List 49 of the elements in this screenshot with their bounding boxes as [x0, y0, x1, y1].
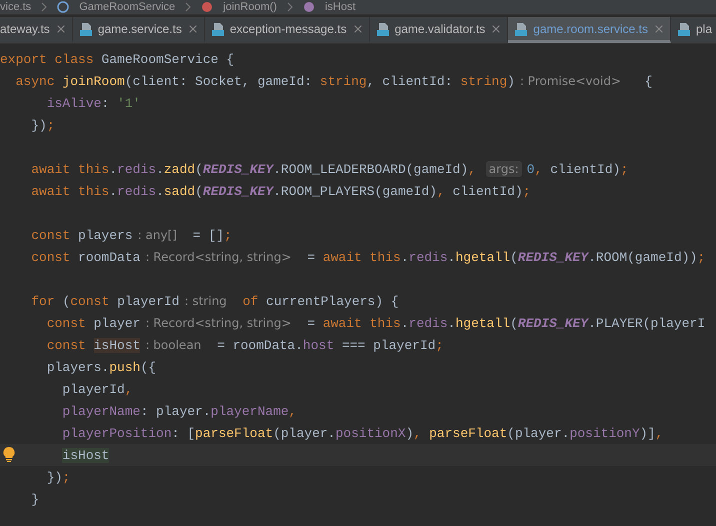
typescript-file-icon [514, 22, 528, 36]
tab-label: game.room.service.ts [533, 22, 648, 36]
code-line: playerName: player.playerName, [61, 404, 296, 418]
breadcrumb-item[interactable]: isHost [324, 0, 356, 14]
editor-tab[interactable]: ateway.ts [0, 17, 73, 43]
code-line: async joinRoom(client: Socket, gameId: string, clientId: string) : Promise<void> { [14, 73, 652, 89]
close-icon[interactable] [653, 22, 665, 34]
code-line: playerId, [61, 382, 133, 396]
editor-tab[interactable]: game.room.service.ts [508, 17, 671, 43]
tab-label: pla [696, 22, 712, 36]
typescript-file-icon [677, 22, 691, 36]
close-icon[interactable] [54, 22, 67, 34]
breadcrumb-item[interactable]: joinRoom() [223, 0, 277, 14]
breadcrumb-item[interactable]: vice.ts [0, 0, 32, 14]
typescript-file-icon [376, 22, 390, 36]
code-line: }); [30, 118, 55, 132]
code-line: export class GameRoomService { [0, 52, 234, 66]
code-line: await this.redis.sadd(REDIS_KEY.ROOM_PLAYERS(gameId), clientId); [30, 184, 531, 198]
chevron-icon [286, 2, 293, 12]
code-line: playerPosition: [parseFloat(player.positionX), parseFloat(player.positionY)], [61, 426, 664, 440]
code-line: const players : any[] = []; [30, 227, 232, 243]
tab-label: game.validator.ts [394, 22, 486, 36]
typescript-file-icon [210, 22, 225, 36]
code-line: const player : Record<string, string> = await this.redis.hgetall(REDIS_KEY.PLAYER(playerI [46, 315, 706, 331]
editor-tab[interactable]: exception-message.ts [204, 17, 370, 43]
editor-tab[interactable]: pla [671, 17, 716, 43]
code-line: for (const playerId : string of currentPlayers) { [30, 293, 399, 309]
class-icon [57, 1, 70, 13]
code-line: const isHost : boolean = roomData.host === playerId; [46, 337, 444, 353]
breadcrumb-item[interactable]: GameRoomService [79, 0, 176, 14]
code-line: players.push({ [46, 360, 156, 374]
close-icon[interactable] [186, 22, 199, 34]
method-icon [201, 1, 214, 13]
editor-tab[interactable]: game.service.ts [72, 17, 205, 43]
close-icon[interactable] [352, 22, 364, 34]
close-icon[interactable] [490, 22, 502, 34]
code-line: const roomData : Record<string, string> = await this.redis.hgetall(REDIS_KEY.ROOM(gameId)); [30, 249, 706, 265]
code-line: }); [46, 470, 70, 484]
tab-label: game.service.ts [98, 22, 182, 36]
tab-label: exception-message.ts [230, 22, 347, 36]
chevron-icon [185, 2, 192, 12]
code-line: } [30, 492, 40, 506]
code-line: await this.redis.zadd(REDIS_KEY.ROOM_LEADERBOARD(gameId), args: 0, clientId); [30, 161, 628, 177]
tab-label: ateway.ts [0, 22, 50, 36]
code-line: isAlive: '1' [46, 96, 140, 110]
field-icon [302, 1, 315, 13]
typescript-file-icon [78, 22, 93, 36]
lightbulb-icon[interactable] [3, 447, 15, 462]
chevron-icon [41, 2, 48, 12]
